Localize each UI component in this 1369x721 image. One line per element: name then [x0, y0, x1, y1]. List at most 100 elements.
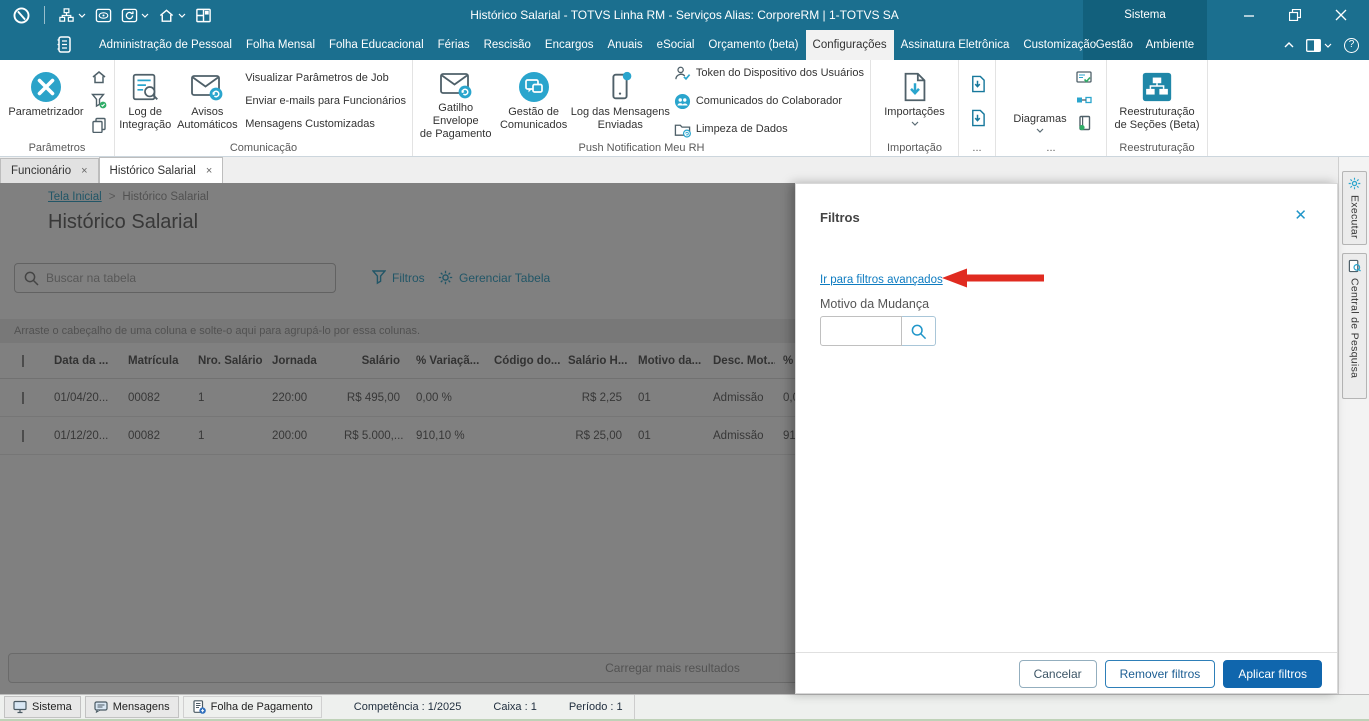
visualizar-parametros-job-button[interactable]: Visualizar Parâmetros de Job	[245, 72, 406, 84]
parametrizador-button[interactable]: Parametrizador	[4, 64, 88, 138]
help-icon[interactable]: ?	[1344, 37, 1359, 53]
avisos-automaticos-icon	[189, 68, 225, 106]
restore-button[interactable]	[1289, 9, 1301, 21]
enviar-emails-button[interactable]: Enviar e-mails para Funcionários	[245, 95, 406, 107]
tab-funcionario[interactable]: Funcionário ×	[0, 158, 99, 183]
motivo-mudanca-input[interactable]	[820, 316, 902, 346]
filter-check-icon[interactable]	[91, 93, 107, 109]
menu-item-ferias[interactable]: Férias	[431, 30, 477, 60]
motivo-mudanca-label: Motivo da Mudança	[820, 297, 930, 311]
ribbon-empty-area	[1208, 60, 1369, 156]
remove-filters-button[interactable]: Remover filtros	[1104, 660, 1216, 688]
workarea: Funcionário × Histórico Salarial × Tela …	[0, 157, 1369, 694]
chevron-down-icon	[78, 13, 86, 18]
menu-item-administracao-de-pessoal[interactable]: Administração de Pessoal	[92, 30, 239, 60]
ribbon-group-push-notification: Gatilho Envelope de Pagamento Gestão de …	[413, 60, 871, 156]
import-doc-icon[interactable]	[969, 75, 986, 93]
execute-gear-icon	[1348, 177, 1361, 190]
tab-close-icon[interactable]: ×	[81, 165, 87, 177]
document-tabbar: Funcionário × Histórico Salarial ×	[0, 157, 1338, 183]
tab-close-icon[interactable]: ×	[206, 165, 212, 177]
ribbon-caption-push-notification: Push Notification Meu RH	[578, 142, 705, 154]
mensagens-customizadas-button[interactable]: Mensagens Customizadas	[245, 118, 406, 130]
import-doc-icon[interactable]	[969, 109, 986, 127]
log-mensagens-button[interactable]: Log das Mensagens Enviadas	[571, 64, 670, 138]
window-grid-icon[interactable]	[195, 7, 212, 24]
menu-item-folha-mensal[interactable]: Folha Mensal	[239, 30, 322, 60]
filters-close-icon[interactable]: ✕	[1294, 206, 1307, 224]
annotation-arrow	[928, 267, 1046, 289]
statusbar-periodo: Período : 1	[568, 701, 623, 713]
statusbar-sistema-button[interactable]: Sistema	[4, 696, 81, 718]
close-button[interactable]	[1335, 9, 1347, 21]
eye-icon[interactable]	[95, 7, 112, 24]
payroll-doc-icon	[192, 700, 206, 714]
cancel-button[interactable]: Cancelar	[1018, 660, 1097, 688]
menu-item-anuais[interactable]: Anuais	[601, 30, 650, 60]
org-structure-icon[interactable]	[58, 7, 86, 24]
menu-item-rescisao[interactable]: Rescisão	[477, 30, 538, 60]
menu-item-sistema[interactable]: Sistema	[1083, 0, 1207, 30]
side-tab-executar[interactable]: Executar	[1342, 171, 1367, 245]
token-dispositivo-button[interactable]: Token do Dispositivo dos Usuários	[674, 65, 864, 82]
log-integracao-icon	[128, 68, 162, 106]
tab-historico-salarial[interactable]: Histórico Salarial ×	[98, 157, 224, 183]
token-dispositivo-icon	[674, 65, 691, 82]
menu-book-icon[interactable]	[54, 35, 73, 54]
gestao-comunicados-button[interactable]: Gestão de Comunicados	[496, 64, 570, 138]
importacoes-icon	[898, 68, 932, 106]
home-icon[interactable]	[158, 7, 186, 24]
book-icon[interactable]	[1077, 115, 1092, 131]
monitor-icon	[13, 700, 27, 714]
chevron-down-icon	[1324, 43, 1332, 48]
dropdown-caret-icon	[1036, 128, 1044, 133]
ribbon-caption-reestruturacao: Reestruturação	[1119, 142, 1195, 154]
app-window: Sistema Gestão Ambiente Histórico Salari…	[0, 0, 1369, 721]
copy-icon[interactable]	[91, 117, 107, 133]
chevron-down-icon	[141, 13, 149, 18]
filters-footer-divider	[796, 652, 1337, 653]
log-integracao-button[interactable]: Log de Integração	[117, 64, 173, 138]
avisos-automaticos-button[interactable]: Avisos Automáticos	[173, 64, 241, 138]
menu-item-customizacao[interactable]: Customização	[1016, 30, 1103, 60]
header: Sistema Gestão Ambiente Histórico Salari…	[0, 0, 1369, 60]
menu-item-esocial[interactable]: eSocial	[650, 30, 702, 60]
collapse-ribbon-icon[interactable]	[1284, 42, 1294, 48]
comunicados-colaborador-icon	[674, 93, 691, 110]
checklist-icon[interactable]	[1076, 71, 1092, 85]
layout-split-icon[interactable]	[1306, 38, 1332, 52]
reestruturacao-secoes-button[interactable]: Reestruturação de Seções (Beta)	[1109, 64, 1205, 138]
statusbar-folha-pagamento[interactable]: Folha de Pagamento	[182, 696, 322, 718]
totvs-logo-icon[interactable]	[12, 6, 31, 25]
message-icon	[94, 700, 108, 714]
search-page-icon	[1348, 259, 1361, 273]
statusbar-mensagens-button[interactable]: Mensagens	[84, 696, 179, 718]
motivo-mudanca-field	[820, 316, 936, 346]
sync-icon[interactable]	[121, 7, 149, 24]
ribbon-group-diagramas: Diagramas ...	[996, 60, 1107, 156]
importacoes-button[interactable]: Importações	[874, 64, 956, 138]
minimize-button[interactable]	[1244, 10, 1255, 21]
ribbon-caption-diagramas: ...	[1046, 142, 1056, 154]
statusbar-caixa: Caixa : 1	[493, 701, 537, 713]
ribbon-group-import-extra: ...	[959, 60, 996, 156]
side-tab-central-de-pesquisa[interactable]: Central de Pesquisa	[1342, 253, 1367, 399]
ribbon-group-reestruturacao: Reestruturação de Seções (Beta) Reestrut…	[1107, 60, 1208, 156]
ribbon-caption-import-extra: ...	[972, 142, 982, 154]
diagram-nodes-icon[interactable]	[1076, 93, 1092, 107]
gatilho-envelope-button[interactable]: Gatilho Envelope de Pagamento	[415, 64, 496, 140]
statusbar: Sistema Mensagens Folha de Pagamento Com…	[0, 694, 1369, 721]
comunicados-colaborador-button[interactable]: Comunicados do Colaborador	[674, 93, 864, 110]
menu-item-encargos[interactable]: Encargos	[538, 30, 601, 60]
limpeza-dados-button[interactable]: Limpeza de Dados	[674, 121, 864, 138]
statusbar-competencia: Competência : 1/2025	[353, 701, 462, 713]
home-small-icon[interactable]	[91, 69, 107, 85]
menu-item-assinatura-eletronica[interactable]: Assinatura Eletrônica	[894, 30, 1017, 60]
diagramas-button[interactable]: Diagramas	[1007, 64, 1073, 138]
menu-item-folha-educacional[interactable]: Folha Educacional	[322, 30, 431, 60]
motivo-mudanca-search-button[interactable]	[902, 316, 936, 346]
menu-item-configuracoes[interactable]: Configurações	[805, 30, 894, 60]
menu-item-orcamento-beta[interactable]: Orçamento (beta)	[701, 30, 805, 60]
advanced-filters-link[interactable]: Ir para filtros avançados	[820, 274, 943, 286]
apply-filters-button[interactable]: Aplicar filtros	[1223, 660, 1322, 688]
